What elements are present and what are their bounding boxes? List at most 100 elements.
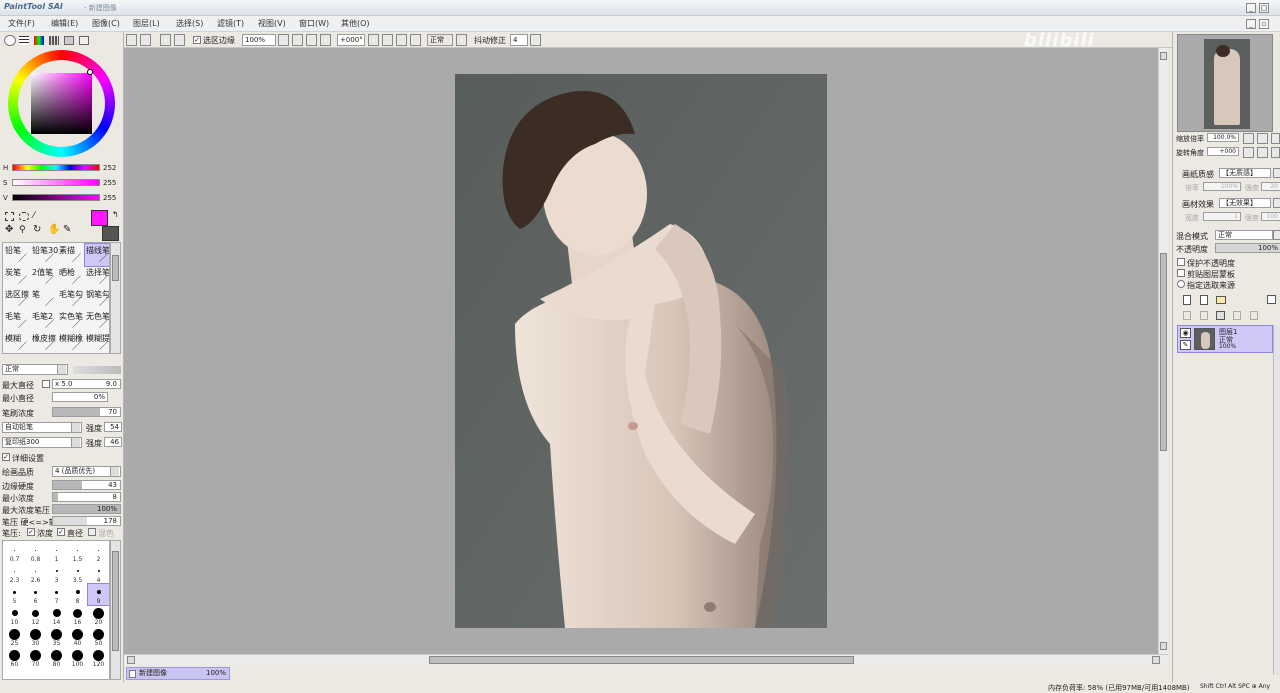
- zoom-reset-button[interactable]: [320, 34, 331, 46]
- brush-size-2[interactable]: 1: [46, 542, 67, 563]
- brush-size-13[interactable]: 8: [67, 584, 88, 605]
- brush-shape-presets[interactable]: [73, 366, 121, 374]
- max-size-checkbox[interactable]: [42, 380, 50, 388]
- tool-0[interactable]: 铅笔／: [4, 244, 30, 266]
- navigator-preview[interactable]: [1177, 34, 1273, 132]
- clear-layer-icon[interactable]: [1233, 311, 1241, 320]
- tool-11[interactable]: 钢笔勾／: [85, 288, 109, 310]
- texture-strength-field[interactable]: 46: [104, 437, 122, 447]
- nav-angle-field[interactable]: +000: [1207, 147, 1239, 156]
- paper-texture-dropdown[interactable]: [1273, 168, 1280, 178]
- nav-rotate-cw-button[interactable]: [1257, 147, 1268, 158]
- select-edge-checkbox[interactable]: ✓: [193, 36, 201, 44]
- rotate-reset-button[interactable]: [396, 34, 407, 46]
- move-tool-icon[interactable]: ✥: [5, 225, 13, 235]
- tool-8[interactable]: 选区擦／: [4, 288, 30, 310]
- zoom-dropdown-button[interactable]: [278, 34, 289, 46]
- menu-image[interactable]: 图像(C): [92, 18, 120, 29]
- scratchpad-tab-icon[interactable]: [64, 36, 74, 45]
- stabilizer-field[interactable]: 4: [510, 34, 528, 46]
- brush-size-28[interactable]: 100: [67, 647, 88, 668]
- vertical-scrollbar[interactable]: [1158, 48, 1168, 654]
- brush-size-8[interactable]: 3.5: [67, 563, 88, 584]
- menu-edit[interactable]: 编辑(E): [51, 18, 78, 29]
- doc-restore-button[interactable]: ▫: [1259, 19, 1269, 29]
- min-size-field[interactable]: 0%: [52, 392, 108, 402]
- new-folder-icon[interactable]: [1216, 296, 1226, 304]
- zoom-in-button[interactable]: [306, 34, 317, 46]
- tool-13[interactable]: 毛笔2 ／: [31, 310, 57, 332]
- brush-texture-select[interactable]: 复印纸300: [2, 437, 82, 448]
- merge-down-icon[interactable]: [1200, 311, 1208, 320]
- brush-size-1[interactable]: 0.8: [25, 542, 46, 563]
- delete-layer-icon[interactable]: [1250, 311, 1258, 320]
- new-layer-icon[interactable]: [1183, 295, 1191, 305]
- brush-size-scrollbar[interactable]: [110, 540, 121, 680]
- tool-18[interactable]: 模糊橡／: [58, 332, 84, 353]
- value-slider[interactable]: [12, 194, 100, 201]
- hue-marker-icon[interactable]: [87, 69, 93, 75]
- brush-size-24[interactable]: 50: [88, 626, 109, 647]
- brush-blend-mode-select[interactable]: 正常: [2, 364, 68, 375]
- flip-button[interactable]: [410, 34, 421, 46]
- undo-button[interactable]: [126, 34, 137, 46]
- shape-strength-field[interactable]: 54: [104, 422, 122, 432]
- tool-14[interactable]: 实色笔／: [58, 310, 84, 332]
- brush-size-18[interactable]: 16: [67, 605, 88, 626]
- detail-settings-checkbox[interactable]: ✓: [2, 453, 10, 461]
- brush-size-16[interactable]: 12: [25, 605, 46, 626]
- max-size-field[interactable]: x 5.0 9.0: [52, 379, 121, 389]
- paper-texture-select[interactable]: 【无质感】: [1219, 168, 1271, 178]
- layer-row[interactable]: ◉ ✎ 图层1 正常 100%: [1177, 325, 1273, 353]
- nav-rotate-reset-button[interactable]: [1271, 147, 1280, 158]
- nav-zoom-out-button[interactable]: [1243, 133, 1254, 144]
- swatches-tab-icon[interactable]: [49, 36, 59, 45]
- vertical-scroll-thumb[interactable]: [1160, 253, 1167, 451]
- swap-colors-icon[interactable]: ↰: [112, 210, 119, 219]
- rgb-slider-tab-icon[interactable]: [19, 36, 29, 45]
- pressure-curve-slider[interactable]: 178: [52, 516, 121, 526]
- saturation-value-square[interactable]: [31, 73, 92, 134]
- maximize-button[interactable]: □: [1259, 3, 1269, 13]
- minimize-button[interactable]: _: [1246, 3, 1256, 13]
- edge-hardness-slider[interactable]: 43: [52, 480, 121, 490]
- min-density-slider[interactable]: 8: [52, 492, 121, 502]
- quality-select[interactable]: 4 (品质优先): [52, 466, 121, 477]
- brush-size-21[interactable]: 30: [25, 626, 46, 647]
- paper-scale-field[interactable]: 100%: [1203, 182, 1241, 191]
- pressure-density-checkbox[interactable]: ✓: [27, 528, 35, 536]
- tool-palette-scrollbar[interactable]: [110, 242, 121, 354]
- horizontal-scroll-thumb[interactable]: [429, 656, 854, 664]
- layer-list-scrollbar[interactable]: [1273, 325, 1280, 675]
- foreground-color-swatch[interactable]: [91, 210, 108, 226]
- effect-strength-field[interactable]: 100: [1261, 212, 1280, 221]
- tool-19[interactable]: 模糊提／: [85, 332, 109, 353]
- brush-size-23[interactable]: 40: [67, 626, 88, 647]
- clipping-mask-checkbox[interactable]: [1177, 269, 1185, 277]
- menu-filter[interactable]: 滤镜(T): [217, 18, 244, 29]
- hue-slider[interactable]: [12, 164, 100, 171]
- layer-lock-pen-icon[interactable]: ✎: [1180, 340, 1191, 350]
- tool-10[interactable]: 毛笔勾／: [58, 288, 84, 310]
- max-pressure-slider[interactable]: 100%: [52, 504, 121, 514]
- brush-size-6[interactable]: 2.6: [25, 563, 46, 584]
- background-color-swatch[interactable]: [102, 226, 119, 241]
- menu-other[interactable]: 其他(O): [341, 18, 370, 29]
- brush-size-7[interactable]: 3: [46, 563, 67, 584]
- tool-16[interactable]: 模糊／: [4, 332, 30, 353]
- protect-opacity-checkbox[interactable]: [1177, 258, 1185, 266]
- tool-2[interactable]: 素描／: [58, 244, 84, 266]
- lasso-tool-icon[interactable]: [19, 212, 29, 221]
- brush-size-5[interactable]: 2.3: [4, 563, 25, 584]
- view-blend-dropdown-button[interactable]: [456, 34, 467, 46]
- mixer-tab-icon[interactable]: [79, 36, 89, 45]
- document-tab[interactable]: 新建图像 100%: [126, 667, 230, 680]
- layer-blend-dropdown[interactable]: [1273, 230, 1280, 240]
- pressure-size-checkbox[interactable]: ✓: [57, 528, 65, 536]
- paper-strength-field[interactable]: 20: [1261, 182, 1280, 191]
- brush-size-0[interactable]: 0.7: [4, 542, 25, 563]
- deselect-button[interactable]: [160, 34, 171, 46]
- pressure-blend-checkbox[interactable]: [88, 528, 96, 536]
- brush-size-4[interactable]: 2: [88, 542, 109, 563]
- brush-shape-select[interactable]: 自动铅笔: [2, 422, 82, 433]
